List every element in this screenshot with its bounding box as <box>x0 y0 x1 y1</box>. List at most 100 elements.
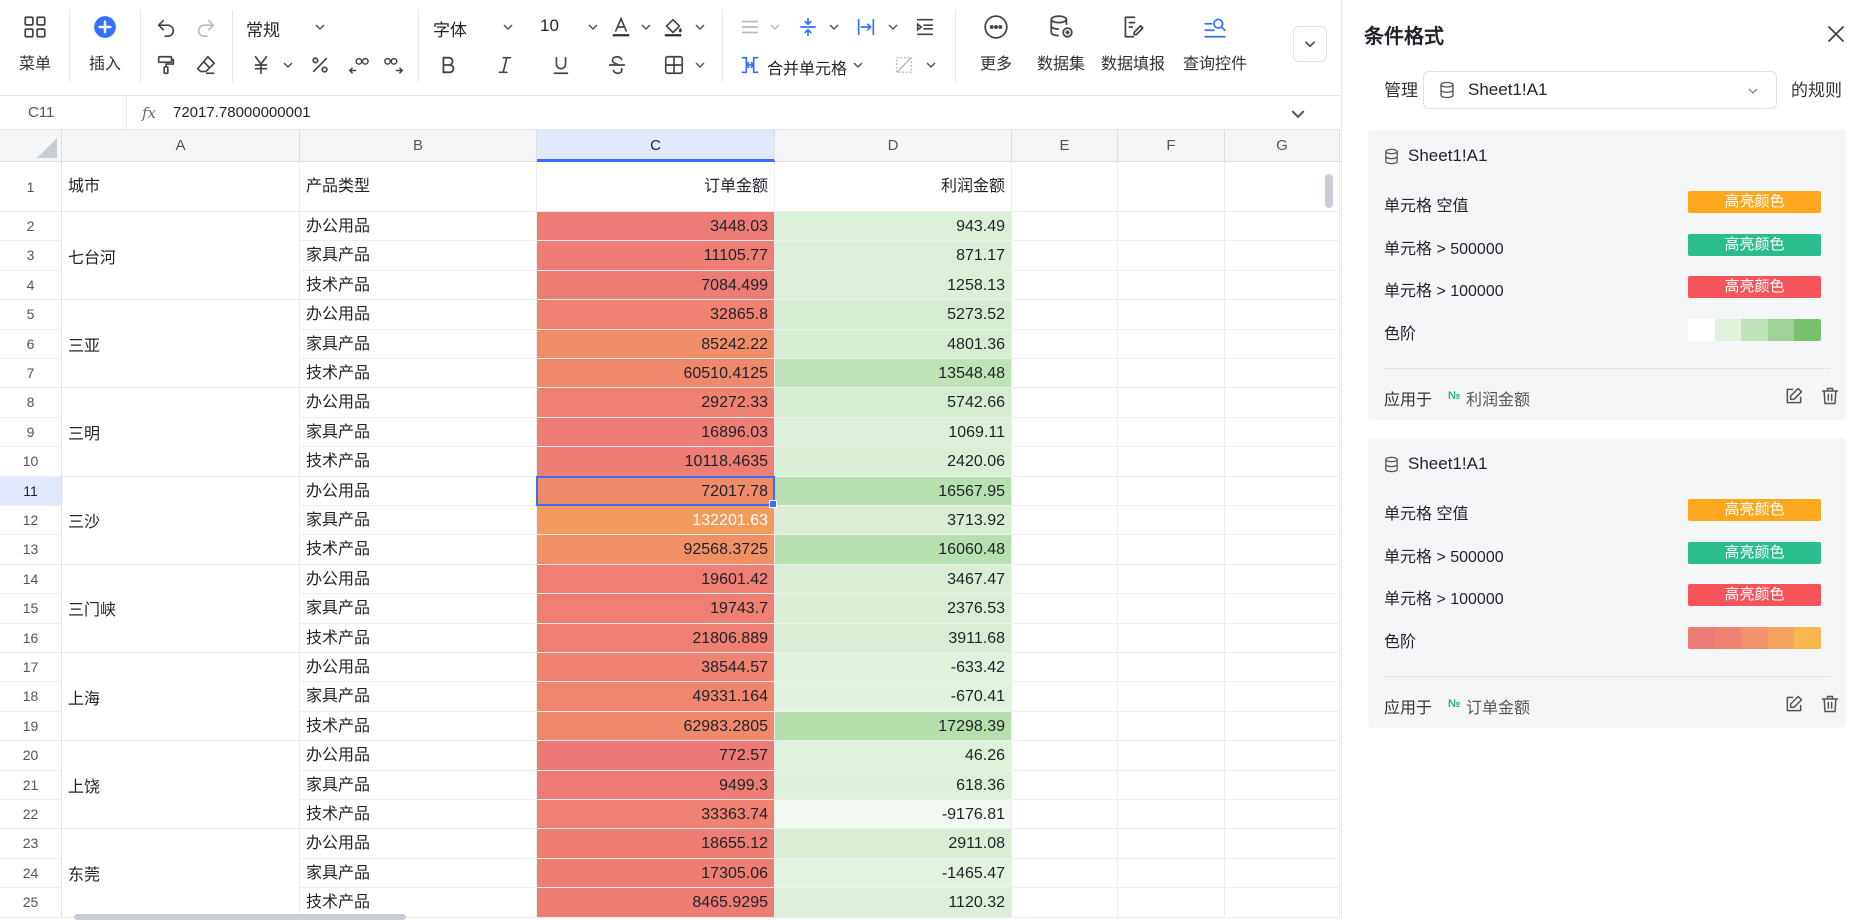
chevron-down-icon[interactable] <box>851 58 865 72</box>
product-type-cell[interactable]: 办公用品 <box>300 212 537 242</box>
column-header-a[interactable]: A <box>62 130 300 162</box>
product-type-cell[interactable]: 家具产品 <box>300 241 537 271</box>
empty-cell[interactable] <box>1225 682 1340 712</box>
empty-cell[interactable] <box>1012 359 1118 389</box>
row-header[interactable]: 25 <box>0 888 62 918</box>
empty-cell[interactable] <box>1118 241 1225 271</box>
empty-cell[interactable] <box>1118 888 1225 918</box>
order-amount-cell[interactable]: 772.57 <box>537 741 775 771</box>
edit-icon[interactable] <box>1784 386 1804 406</box>
chevron-down-icon[interactable] <box>313 20 327 34</box>
empty-cell[interactable] <box>1225 212 1340 242</box>
empty-cell[interactable] <box>1225 800 1340 830</box>
empty-cell[interactable] <box>1225 270 1340 301</box>
city-merged-cell[interactable]: 三明 <box>62 388 300 477</box>
profit-amount-cell[interactable]: -9176.81 <box>775 800 1012 830</box>
empty-cell[interactable] <box>1012 476 1118 506</box>
conditional-format-button[interactable] <box>889 50 919 80</box>
header-cell-product-type[interactable]: 产品类型 <box>300 162 537 212</box>
empty-cell[interactable] <box>1225 829 1340 859</box>
edit-icon[interactable] <box>1784 694 1804 714</box>
font-color-button[interactable] <box>606 12 636 42</box>
chevron-down-icon[interactable] <box>693 58 707 72</box>
empty-cell[interactable] <box>1012 212 1118 242</box>
fill-color-button[interactable] <box>658 12 688 42</box>
empty-cell[interactable] <box>1012 800 1118 830</box>
city-merged-cell[interactable]: 三亚 <box>62 300 300 389</box>
profit-amount-cell[interactable]: 4801.36 <box>775 329 1012 359</box>
row-header[interactable]: 20 <box>0 741 62 771</box>
profit-amount-cell[interactable]: 943.49 <box>775 212 1012 242</box>
font-size-select[interactable]: 10 <box>540 16 559 36</box>
decrease-decimal-button[interactable] <box>343 50 373 80</box>
empty-cell[interactable] <box>1225 535 1340 565</box>
highlight-color-badge[interactable]: 高亮颜色 <box>1688 191 1821 213</box>
empty-cell[interactable] <box>1118 741 1225 771</box>
format-painter-button[interactable] <box>151 50 181 80</box>
undo-button[interactable] <box>151 12 181 42</box>
empty-cell[interactable] <box>1012 329 1118 359</box>
insert-button[interactable]: 插入 <box>70 14 140 84</box>
profit-amount-cell[interactable]: 13548.48 <box>775 359 1012 389</box>
product-type-cell[interactable]: 家具产品 <box>300 506 537 536</box>
empty-cell[interactable] <box>1118 829 1225 859</box>
highlight-color-badge[interactable]: 高亮颜色 <box>1688 541 1821 564</box>
empty-cell[interactable] <box>1012 447 1118 477</box>
row-header[interactable]: 2 <box>0 212 62 242</box>
row-header[interactable]: 6 <box>0 329 62 359</box>
percent-button[interactable] <box>305 50 335 80</box>
order-amount-cell[interactable]: 92568.3725 <box>537 535 775 565</box>
row-header[interactable]: 5 <box>0 300 62 330</box>
order-amount-cell[interactable]: 11105.77 <box>537 241 775 271</box>
empty-cell[interactable] <box>1118 506 1225 536</box>
profit-amount-cell[interactable]: 618.36 <box>775 770 1012 800</box>
highlight-color-badge[interactable]: 高亮颜色 <box>1688 233 1821 256</box>
empty-cell[interactable] <box>1118 770 1225 800</box>
order-amount-cell[interactable]: 19743.7 <box>537 594 775 624</box>
dataset-button[interactable]: 数据集 <box>1025 14 1097 84</box>
order-amount-cell[interactable]: 7084.499 <box>537 270 775 301</box>
product-type-cell[interactable]: 家具产品 <box>300 682 537 712</box>
empty-cell[interactable] <box>1012 594 1118 624</box>
order-amount-cell[interactable]: 21806.889 <box>537 623 775 653</box>
row-header[interactable]: 23 <box>0 829 62 859</box>
product-type-cell[interactable]: 家具产品 <box>300 329 537 359</box>
empty-cell[interactable] <box>1012 711 1118 742</box>
redo-button[interactable] <box>191 12 221 42</box>
row-header[interactable]: 24 <box>0 858 62 889</box>
vertical-scrollbar[interactable] <box>1325 174 1333 208</box>
city-merged-cell[interactable]: 上饶 <box>62 741 300 830</box>
clear-format-button[interactable] <box>191 50 221 80</box>
profit-amount-cell[interactable]: 871.17 <box>775 241 1012 271</box>
row-header[interactable]: 3 <box>0 241 62 271</box>
order-amount-cell[interactable]: 132201.63 <box>537 506 775 536</box>
empty-cell[interactable] <box>1118 162 1225 212</box>
empty-cell[interactable] <box>1225 858 1340 889</box>
header-cell-city[interactable]: 城市 <box>62 162 300 212</box>
number-format-select[interactable]: 常规 <box>246 16 280 41</box>
empty-cell[interactable] <box>1012 682 1118 712</box>
row-header[interactable]: 11 <box>0 476 62 506</box>
spreadsheet-grid[interactable]: ABCDEFG 1 城市 产品类型 订单金额 利润金额 2 办公用品 3448.03 943.4… <box>0 130 1340 920</box>
empty-cell[interactable] <box>1225 417 1340 448</box>
font-family-select[interactable]: 字体 <box>433 16 467 41</box>
product-type-cell[interactable]: 办公用品 <box>300 653 537 683</box>
row-header[interactable]: 21 <box>0 770 62 800</box>
row-header[interactable]: 8 <box>0 388 62 418</box>
profit-amount-cell[interactable]: 2376.53 <box>775 594 1012 624</box>
highlight-color-badge[interactable]: 高亮颜色 <box>1688 584 1821 606</box>
empty-cell[interactable] <box>1012 623 1118 653</box>
merge-cells-icon-button[interactable] <box>735 50 765 80</box>
select-all-corner[interactable] <box>0 130 62 162</box>
text-wrap-button[interactable] <box>851 12 881 42</box>
city-merged-cell[interactable]: 七台河 <box>62 212 300 301</box>
order-amount-cell[interactable]: 72017.78 <box>537 476 775 506</box>
empty-cell[interactable] <box>1118 535 1225 565</box>
product-type-cell[interactable]: 办公用品 <box>300 741 537 771</box>
empty-cell[interactable] <box>1225 770 1340 800</box>
italic-button[interactable] <box>490 50 520 80</box>
chevron-down-icon[interactable] <box>924 58 938 72</box>
empty-cell[interactable] <box>1012 162 1118 212</box>
horizontal-align-button[interactable] <box>735 12 765 42</box>
empty-cell[interactable] <box>1118 564 1225 595</box>
